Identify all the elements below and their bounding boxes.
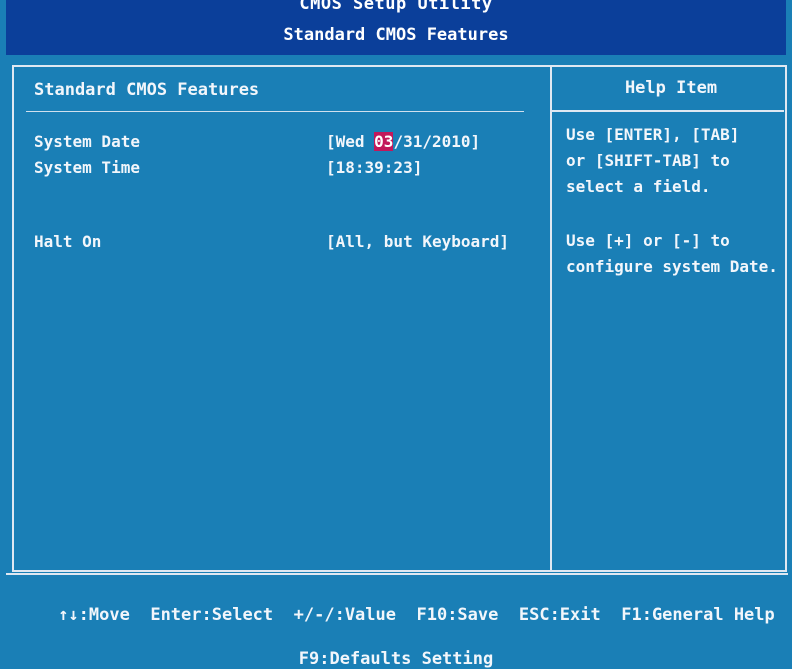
help-heading-underline	[552, 110, 784, 112]
key-value: +/-/:Value	[293, 605, 396, 625]
halt-on-field[interactable]: [All, but Keyboard]	[326, 232, 509, 251]
section-heading-underline	[26, 111, 524, 112]
system-time-label: System Time	[34, 158, 140, 177]
utility-title: CMOS Setup Utility	[299, 0, 493, 14]
section-heading: Standard CMOS Features	[34, 80, 260, 100]
footer-rule	[6, 573, 788, 575]
panel-divider	[550, 66, 552, 571]
help-text-configure: Use [+] or [-] to configure system Date.	[566, 228, 786, 280]
help-heading: Help Item	[624, 78, 718, 98]
key-general-help: F1:General Help	[621, 605, 775, 625]
system-time-field[interactable]: [18:39:23]	[326, 158, 422, 177]
help-line: select a field.	[566, 177, 711, 196]
page-title: Standard CMOS Features	[283, 25, 509, 45]
help-line: Use [ENTER], [TAB]	[566, 125, 740, 144]
help-line: configure system Date.	[566, 257, 778, 276]
key-move: ↑↓:Move	[58, 605, 130, 625]
help-line: Use [+] or [-] to	[566, 231, 730, 250]
system-date-field[interactable]: [Wed 03/31/2010]	[326, 132, 480, 151]
help-text-navigation: Use [ENTER], [TAB] or [SHIFT-TAB] to sel…	[566, 122, 786, 200]
key-select: Enter:Select	[150, 605, 274, 625]
system-date-suffix: /31/2010]	[393, 132, 481, 151]
help-line: or [SHIFT-TAB] to	[566, 151, 730, 170]
system-date-label: System Date	[34, 132, 140, 151]
halt-on-label: Halt On	[34, 232, 102, 251]
system-date-month-selected[interactable]: 03	[374, 132, 394, 151]
title-bar: CMOS Setup Utility Standard CMOS Feature…	[6, 0, 786, 55]
system-date-prefix: [Wed	[326, 132, 375, 151]
key-exit: ESC:Exit	[518, 605, 601, 625]
key-save: F10:Save	[416, 605, 499, 625]
key-legend: ↑↓:Move Enter:Select +/-/:Value F10:Save…	[0, 585, 792, 669]
key-defaults: F9:Defaults Setting	[298, 649, 494, 669]
